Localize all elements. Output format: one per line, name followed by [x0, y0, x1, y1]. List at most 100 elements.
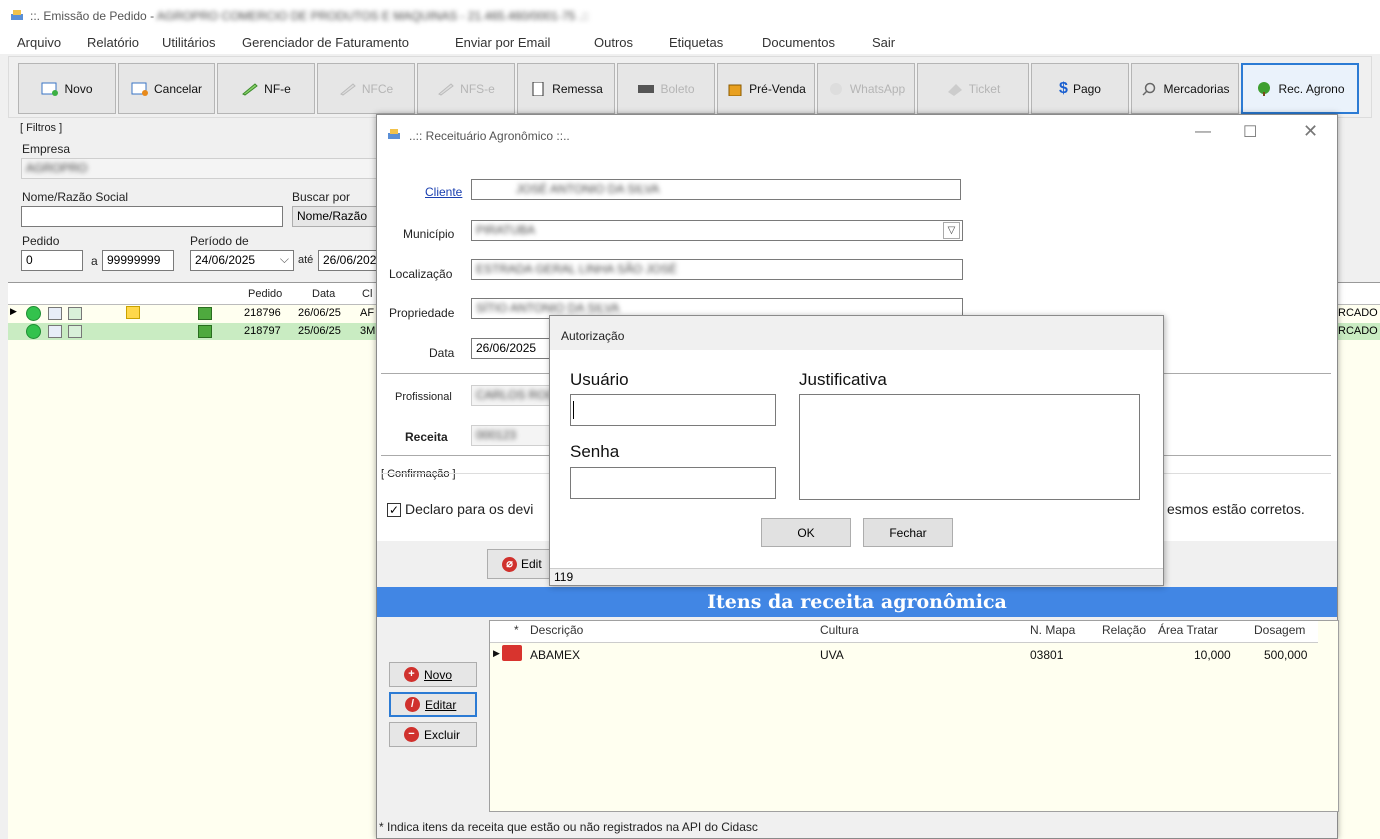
- receita-field[interactable]: 000123: [471, 425, 551, 446]
- pedido-from-field[interactable]: 0: [21, 250, 83, 271]
- localizacao-field[interactable]: ESTRADA GERAL LINHA SÃO JOSÉ: [471, 259, 963, 280]
- municipio-label: Município: [403, 227, 455, 241]
- profissional-field[interactable]: CARLOS ROCHA: [471, 385, 551, 406]
- cliente-link[interactable]: Cliente: [425, 185, 462, 199]
- nfse-button[interactable]: NFS-e: [417, 63, 515, 114]
- minimize-icon[interactable]: —: [1195, 123, 1211, 141]
- autorizacao-status: 119: [550, 568, 1163, 585]
- plant-icon: [198, 325, 212, 338]
- usuario-label: Usuário: [570, 370, 629, 389]
- buscar-por-select[interactable]: Nome/Razão: [292, 206, 382, 227]
- toolbar: Novo Cancelar NF-e NFCe NFS-e Remessa Bo…: [8, 56, 1372, 118]
- boleto-button[interactable]: Boleto: [617, 63, 715, 114]
- declaro-checkbox[interactable]: ✓: [387, 503, 401, 517]
- mercadorias-button[interactable]: Mercadorias: [1131, 63, 1239, 114]
- menu-etiquetas[interactable]: Etiquetas: [669, 35, 723, 50]
- excluir-item-button[interactable]: − Excluir: [389, 722, 477, 747]
- window-titlebar: ::. Emissão de Pedido - AGROPRO COMERCIO…: [0, 0, 1380, 30]
- profissional-label: Profissional: [395, 391, 452, 403]
- menu-documentos[interactable]: Documentos: [762, 35, 835, 50]
- print-icon: [48, 307, 62, 320]
- justificativa-field[interactable]: [799, 394, 1140, 500]
- menu-relatorio[interactable]: Relatório: [87, 35, 139, 50]
- menu-arquivo[interactable]: Arquivo: [17, 35, 61, 50]
- delete-circle-icon: −: [404, 727, 419, 742]
- justificativa-label: Justificativa: [799, 370, 887, 389]
- chevron-down-icon[interactable]: ▽: [943, 222, 960, 239]
- filters-panel: [ Filtros ] Empresa AGROPRO Nome/Razão S…: [14, 120, 383, 280]
- row-data: 26/06/25: [298, 307, 341, 319]
- empresa-field[interactable]: AGROPRO: [21, 158, 383, 179]
- cliente-field[interactable]: JOSÉ ANTONIO DA SILVA: [471, 179, 961, 200]
- ate-label: até: [298, 254, 314, 266]
- nfe-button[interactable]: NF-e: [217, 63, 315, 114]
- nfce-button[interactable]: NFCe: [317, 63, 415, 114]
- col-dosagem: Dosagem: [1254, 623, 1306, 637]
- pedido-to-field[interactable]: 99999999: [102, 250, 174, 271]
- row-pedido: 218797: [244, 325, 281, 337]
- search-icon: [1142, 82, 1156, 96]
- text-cursor: [573, 401, 574, 419]
- col-data: Data: [312, 288, 336, 300]
- usuario-field[interactable]: [570, 394, 776, 426]
- whatsapp-button[interactable]: WhatsApp: [817, 63, 915, 114]
- senha-label: Senha: [570, 442, 620, 461]
- nfse-icon: [438, 82, 454, 96]
- ticket-button[interactable]: Ticket: [917, 63, 1029, 114]
- col-descricao: Descrição: [530, 623, 584, 637]
- filters-group-label: [ Filtros ]: [20, 122, 63, 134]
- fechar-button[interactable]: Fechar: [863, 518, 953, 547]
- maximize-icon[interactable]: ☐: [1243, 122, 1257, 142]
- print-icon: [48, 325, 62, 338]
- municipio-select[interactable]: PIRATUBA ▽: [471, 220, 963, 241]
- autorizacao-body: Usuário Senha Justificativa OK Fechar: [550, 350, 1163, 568]
- app-icon: [11, 10, 23, 20]
- pago-button[interactable]: $ Pago: [1031, 63, 1129, 114]
- periodo-from-field[interactable]: 24/06/2025 ⌵: [190, 250, 294, 271]
- novo-button[interactable]: Novo: [18, 63, 116, 114]
- cancel-doc-icon: [131, 82, 148, 96]
- novo-item-button[interactable]: + Novo: [389, 662, 477, 687]
- editar-item-button[interactable]: / Editar: [389, 692, 477, 717]
- menu-gerenciador-faturamento[interactable]: Gerenciador de Faturamento: [242, 35, 409, 50]
- row-status-right: RCADO: [1338, 307, 1378, 319]
- nome-razao-label: Nome/Razão Social: [22, 190, 129, 204]
- menu-outros[interactable]: Outros: [594, 35, 633, 50]
- menu-utilitarios[interactable]: Utilitários: [162, 35, 215, 50]
- col-area-tratar: Área Tratar: [1158, 623, 1219, 637]
- status-green-icon: [26, 324, 41, 339]
- menu-sair[interactable]: Sair: [872, 35, 895, 50]
- col-cultura: Cultura: [820, 623, 859, 637]
- note-icon: [126, 306, 140, 319]
- col-pedido: Pedido: [248, 288, 283, 300]
- periodo-to-field[interactable]: 26/06/2025: [318, 250, 380, 271]
- remessa-button[interactable]: Remessa: [517, 63, 615, 114]
- col-cliente: Cl: [362, 288, 373, 300]
- localizacao-label: Localização: [389, 267, 453, 281]
- doc-icon: [68, 307, 82, 320]
- row-pedido: 218796: [244, 307, 281, 319]
- row-cliente: AF: [360, 307, 375, 319]
- rec-agrono-button[interactable]: Rec. Agrono: [1241, 63, 1359, 114]
- row-pointer-icon: ▶: [10, 306, 17, 316]
- tree-icon: [1258, 81, 1271, 96]
- item-cultura: UVA: [820, 648, 844, 662]
- prevenda-button[interactable]: Pré-Venda: [717, 63, 815, 114]
- data-field[interactable]: 26/06/2025: [471, 338, 561, 359]
- ticket-icon: [947, 83, 962, 96]
- col-star: *: [514, 623, 519, 637]
- menu-bar: Arquivo Relatório Utilitários Gerenciado…: [0, 30, 1380, 54]
- menu-enviar-email[interactable]: Enviar por Email: [455, 35, 550, 50]
- declaro-text-left: Declaro para os devi: [405, 501, 534, 517]
- empresa-label: Empresa: [22, 142, 71, 156]
- nome-razao-field[interactable]: [21, 206, 283, 227]
- chevron-down-icon[interactable]: ⌵: [280, 252, 289, 267]
- barcode-icon: [638, 84, 655, 93]
- ok-button[interactable]: OK: [761, 518, 851, 547]
- item-area: 10,000: [1194, 648, 1231, 662]
- row-pointer-icon: ▶: [493, 648, 500, 658]
- senha-field[interactable]: [570, 467, 776, 499]
- cancelar-button[interactable]: Cancelar: [118, 63, 215, 114]
- pedido-label: Pedido: [22, 234, 60, 248]
- close-icon[interactable]: ✕: [1303, 121, 1318, 142]
